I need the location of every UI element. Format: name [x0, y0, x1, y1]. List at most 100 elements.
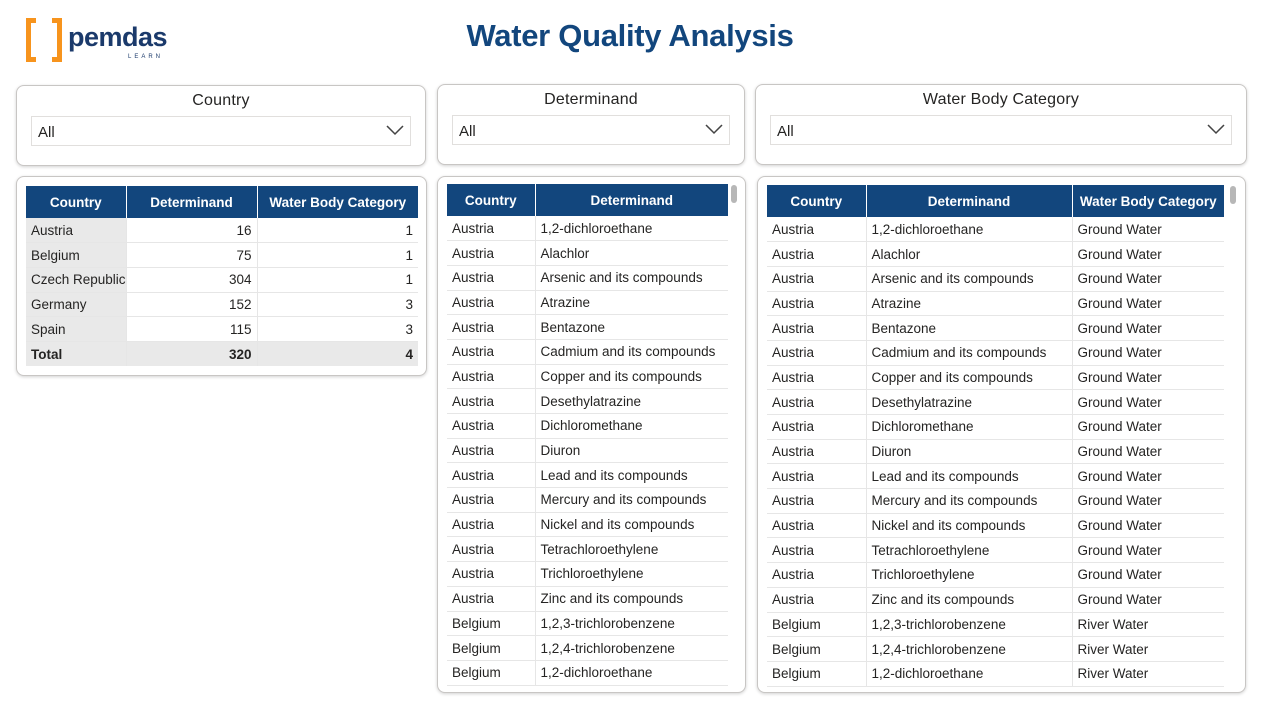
cell-country: Austria [767, 587, 867, 613]
table-row[interactable]: Austria Zinc and its compounds [447, 586, 728, 612]
table-row[interactable]: Austria Cadmium and its compounds [447, 339, 728, 365]
table-row[interactable]: Spain 115 3 [26, 316, 418, 342]
table-row[interactable]: Austria Cadmium and its compounds Ground W… [767, 340, 1224, 366]
cell-water-body: Ground Water [1072, 389, 1224, 415]
summary-table-card: Country Determinand Water Body Category … [16, 176, 427, 376]
table-row[interactable]: Austria 1,2-dichloroethane [447, 216, 728, 242]
table-row[interactable]: Germany 152 3 [26, 292, 418, 318]
table-row[interactable]: Austria Desethylatrazine [447, 388, 728, 414]
cell-determinand: Copper and its compounds [535, 364, 728, 390]
table-row[interactable]: Austria Alachlor [447, 240, 728, 266]
table-row[interactable]: Austria Desethylatrazine Ground Water [767, 389, 1224, 415]
table-row[interactable]: Austria Diuron [447, 438, 728, 464]
cell-country: Austria [767, 414, 867, 440]
cell-country: Austria [767, 513, 867, 539]
table-row[interactable]: Austria Arsenic and its compounds [447, 265, 728, 291]
table-row[interactable]: Austria Trichloroethylene Ground Water [767, 562, 1224, 588]
determinand-dropdown-value: All [459, 123, 476, 140]
cell-water-body: Ground Water [1072, 488, 1224, 514]
determinand-slicer-title: Determinand [544, 91, 638, 108]
cell-country: Austria [447, 462, 536, 489]
page-title: Water Quality Analysis [466, 18, 794, 53]
table-row[interactable]: Belgium 1,2,3-trichlorobenzene River Water [767, 612, 1224, 638]
total-row: Total 320 4 [26, 341, 418, 367]
table-row[interactable]: Austria Bentazone Ground Water [767, 315, 1224, 341]
cell-water-body: Ground Water [1072, 513, 1224, 539]
scrollbar-thumb[interactable] [1230, 186, 1236, 204]
country-dropdown[interactable]: All [31, 116, 411, 146]
logo-subtitle: LEARN [128, 54, 164, 60]
scrollbar-thumb[interactable] [731, 185, 737, 203]
column-header[interactable]: Determinand [866, 185, 1073, 217]
table-row[interactable]: Austria Nickel and its compounds Ground Wa… [767, 513, 1224, 539]
table-row[interactable]: Austria Atrazine Ground Water [767, 291, 1224, 317]
cell-country: Austria [767, 365, 867, 391]
table-row[interactable]: Belgium 1,2-dichloroethane [447, 660, 728, 686]
table-row[interactable]: Czech Republic 304 1 [26, 267, 418, 293]
cell-country: Austria [767, 562, 867, 588]
table-row[interactable]: Austria Lead and its compounds [447, 462, 728, 489]
cell-country: Austria [447, 487, 536, 513]
table-row[interactable]: Belgium 75 1 [26, 242, 418, 268]
table-row[interactable]: Belgium 1,2,3-trichlorobenzene [447, 611, 728, 637]
cell-determinand: Alachlor [535, 240, 728, 266]
cell-country: Belgium [767, 636, 867, 662]
cell-country: Belgium [447, 660, 536, 686]
table-row[interactable]: Austria Dichloromethane [447, 413, 728, 439]
cell-country: Austria [447, 512, 536, 538]
determinand-dropdown[interactable]: All [452, 115, 730, 145]
column-header[interactable]: Water Body Category [257, 186, 418, 218]
cell-country: Austria [447, 240, 536, 266]
table-row[interactable]: Austria Nickel and its compounds [447, 512, 728, 538]
cell-country: Austria [447, 265, 536, 291]
cell-water-body: Ground Water [1072, 315, 1224, 341]
cell-determinand-count: 304 [126, 267, 258, 293]
water-body-dropdown[interactable]: All [770, 115, 1232, 145]
table-row[interactable]: Belgium 1,2,4-trichlorobenzene River Water [767, 636, 1224, 662]
total-determinand: 320 [126, 341, 258, 367]
table-row[interactable]: Austria 16 1 [26, 218, 418, 244]
table-row[interactable]: Austria Alachlor Ground Water [767, 241, 1224, 267]
logo-left-bracket [26, 18, 36, 62]
cell-country: Austria [447, 388, 536, 414]
table-row[interactable]: Austria Mercury and its compounds Ground W… [767, 488, 1224, 514]
chevron-down-icon [705, 124, 723, 135]
column-header[interactable]: Determinand [126, 186, 258, 218]
table-row[interactable]: Austria 1,2-dichloroethane Ground Water [767, 217, 1224, 243]
column-header[interactable]: Determinand [535, 184, 728, 216]
column-header[interactable]: Water Body Category [1072, 185, 1224, 217]
cell-determinand: 1,2-dichloroethane [535, 660, 728, 686]
cell-country: Austria [447, 438, 536, 464]
table-row[interactable]: Austria Dichloromethane Ground Water [767, 414, 1224, 440]
logo-wordmark: pemdas [68, 22, 168, 52]
cell-determinand: Desethylatrazine [866, 389, 1073, 415]
column-header[interactable]: Country [767, 185, 867, 217]
cell-determinand: Diuron [535, 438, 728, 464]
table-row[interactable]: Austria Trichloroethylene [447, 561, 728, 587]
table-row[interactable]: Austria Bentazone [447, 314, 728, 340]
cell-country: Spain [26, 316, 127, 342]
table-row[interactable]: Austria Lead and its compounds Ground Wate… [767, 463, 1224, 490]
cell-determinand: Mercury and its compounds [535, 487, 728, 513]
cell-country: Austria [767, 463, 867, 490]
table-row[interactable]: Austria Diuron Ground Water [767, 439, 1224, 465]
table-row[interactable]: Austria Arsenic and its compounds Ground W… [767, 266, 1224, 292]
table-row[interactable]: Austria Tetrachloroethylene [447, 536, 728, 563]
table-row[interactable]: Austria Mercury and its compounds [447, 487, 728, 513]
table-row[interactable]: Austria Copper and its compounds [447, 364, 728, 390]
cell-determinand-count: 152 [126, 292, 258, 318]
table-row[interactable]: Austria Tetrachloroethylene Ground Water [767, 537, 1224, 564]
table-row[interactable]: Austria Copper and its compounds Ground Wa… [767, 365, 1224, 391]
chevron-down-icon [386, 125, 404, 136]
cell-country: Austria [447, 290, 536, 316]
cell-water-body: Ground Water [1072, 439, 1224, 465]
cell-country: Austria [447, 413, 536, 439]
cell-determinand: Bentazone [866, 315, 1073, 341]
column-header[interactable]: Country [26, 186, 127, 218]
table-row[interactable]: Austria Atrazine [447, 290, 728, 316]
table-row[interactable]: Belgium 1,2-dichloroethane River Water [767, 661, 1224, 687]
cell-determinand: Mercury and its compounds [866, 488, 1073, 514]
table-row[interactable]: Austria Zinc and its compounds Ground Wate… [767, 587, 1224, 613]
column-header[interactable]: Country [447, 184, 536, 216]
table-row[interactable]: Belgium 1,2,4-trichlorobenzene [447, 635, 728, 661]
